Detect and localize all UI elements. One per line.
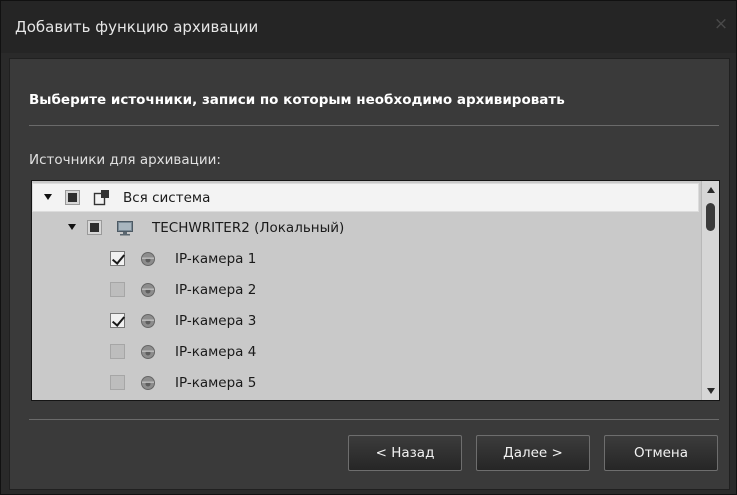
- close-icon[interactable]: ×: [712, 15, 730, 33]
- footer-divider: [29, 419, 719, 420]
- tree-row-camera[interactable]: IP-камера 1: [32, 245, 699, 274]
- title-bar: Добавить функцию архивации ×: [1, 1, 736, 53]
- camera-icon: [139, 281, 157, 299]
- checkbox-camera[interactable]: [110, 375, 125, 390]
- tree-row-server[interactable]: TECHWRITER2 (Локальный): [32, 214, 699, 243]
- checkbox-server[interactable]: [87, 220, 102, 235]
- tree-item-label: IP-камера 2: [175, 282, 257, 298]
- expand-arrow-icon[interactable]: [68, 224, 76, 230]
- checkbox-camera[interactable]: [110, 344, 125, 359]
- back-button[interactable]: < Назад: [348, 435, 462, 471]
- checkbox-camera[interactable]: [110, 251, 125, 266]
- scroll-down-icon[interactable]: [707, 388, 715, 394]
- cancel-button[interactable]: Отмена: [604, 435, 718, 471]
- camera-icon: [139, 374, 157, 392]
- camera-icon: [139, 250, 157, 268]
- camera-icon: [139, 343, 157, 361]
- step-heading: Выберите источники, записи по которым не…: [29, 92, 565, 108]
- system-icon: [93, 189, 111, 207]
- tree-row-whole-system[interactable]: Вся система: [32, 183, 699, 212]
- tree-item-label: Вся система: [123, 190, 211, 206]
- checkbox-camera[interactable]: [110, 313, 125, 328]
- next-button[interactable]: Далее >: [476, 435, 590, 471]
- tree-row-camera[interactable]: IP-камера 2: [32, 276, 699, 305]
- checkbox-camera[interactable]: [110, 282, 125, 297]
- tree-item-label: IP-камера 4: [175, 344, 257, 360]
- tree-row-camera[interactable]: IP-камера 5: [32, 369, 699, 398]
- tree-row-camera[interactable]: IP-камера 3: [32, 307, 699, 336]
- dialog-content: Выберите источники, записи по которым не…: [9, 58, 730, 490]
- expand-arrow-icon[interactable]: [44, 194, 52, 200]
- checkbox-whole-system[interactable]: [65, 190, 80, 205]
- tree-item-label: TECHWRITER2 (Локальный): [152, 220, 345, 236]
- dialog-window: Добавить функцию архивации × Выберите ис…: [0, 0, 737, 495]
- tree-item-label: IP-камера 5: [175, 375, 257, 391]
- tree-item-label: IP-камера 1: [175, 251, 257, 267]
- scroll-thumb[interactable]: [706, 203, 715, 231]
- dialog-title: Добавить функцию архивации: [15, 18, 259, 36]
- tree-item-label: IP-камера 3: [175, 313, 257, 329]
- sources-tree[interactable]: Вся система TECHWRITER2 (Локальный) IP-к…: [31, 180, 720, 401]
- camera-icon: [139, 312, 157, 330]
- sources-label: Источники для архивации:: [29, 152, 221, 168]
- tree-scrollbar[interactable]: [701, 181, 719, 400]
- tree-row-camera[interactable]: IP-камера 4: [32, 338, 699, 367]
- heading-divider: [29, 125, 719, 126]
- scroll-up-icon[interactable]: [707, 187, 715, 193]
- computer-icon: [116, 219, 134, 237]
